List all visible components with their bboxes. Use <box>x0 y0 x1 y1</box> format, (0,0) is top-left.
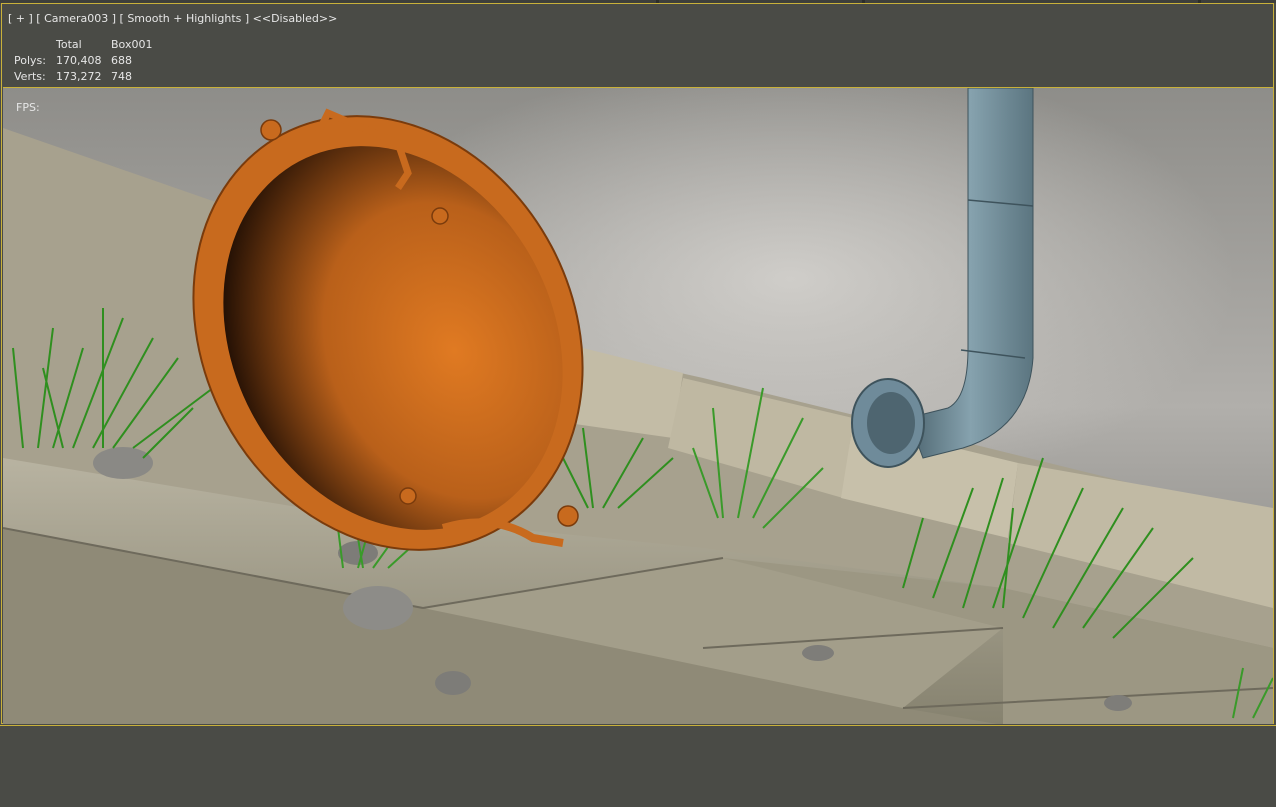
stats-verts-label: Verts: <box>14 70 46 83</box>
stats-verts-row: Verts: 173,272 748 <box>14 69 171 85</box>
scene-render <box>3 88 1273 724</box>
rock <box>1104 695 1132 711</box>
stats-polys-total: 170,408 <box>56 54 102 67</box>
rock <box>435 671 471 695</box>
stats-polys-label: Polys: <box>14 54 46 67</box>
stats-header-object: Box001 <box>111 38 153 51</box>
stats-verts-object: 748 <box>111 70 132 83</box>
pan-rivet <box>399 487 417 505</box>
pan-rivet <box>431 207 449 225</box>
pipe-opening-inner <box>867 392 915 454</box>
stats-verts-total: 173,272 <box>56 70 102 83</box>
stats-polys-object: 688 <box>111 54 132 67</box>
viewport-label[interactable]: [ + ] [ Camera003 ] [ Smooth + Highlight… <box>8 12 337 25</box>
viewport-render[interactable] <box>3 87 1273 724</box>
stats-header-blank <box>14 37 56 53</box>
rock <box>343 586 413 630</box>
statistics-overlay: Total Box001 Polys: 170,408 688 Verts: 1… <box>14 37 171 85</box>
rock <box>802 645 834 661</box>
pan-rivet <box>260 119 282 141</box>
stats-header-total: Total <box>56 38 82 51</box>
rock <box>338 541 378 565</box>
bottom-panel <box>0 725 1276 807</box>
stats-header-row: Total Box001 <box>14 37 171 53</box>
rock <box>93 447 153 479</box>
stats-polys-row: Polys: 170,408 688 <box>14 53 171 69</box>
pan-rivet <box>557 505 579 527</box>
fps-counter: FPS: <box>16 101 40 114</box>
